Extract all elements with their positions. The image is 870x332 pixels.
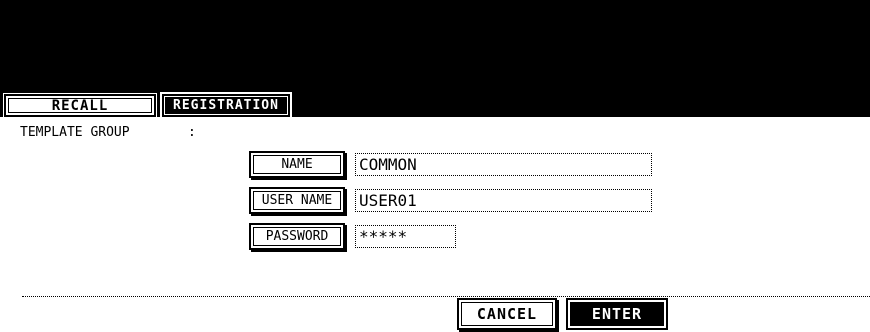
enter-button[interactable]: ENTER	[566, 298, 668, 330]
user-name-button[interactable]: USER NAME	[249, 187, 345, 214]
user-name-field[interactable]: USER01	[355, 189, 652, 212]
cancel-button[interactable]: CANCEL	[457, 298, 557, 330]
name-button[interactable]: NAME	[249, 151, 345, 178]
password-button[interactable]: PASSWORD	[249, 223, 345, 250]
password-field[interactable]: *****	[355, 225, 456, 248]
template-group-separator: :	[188, 125, 196, 140]
tab-recall[interactable]: RECALL	[3, 93, 157, 118]
tab-registration[interactable]: REGISTRATION	[160, 92, 292, 119]
template-group-label: TEMPLATE GROUP	[20, 125, 130, 140]
divider	[22, 296, 870, 297]
name-field[interactable]: COMMON	[355, 153, 652, 176]
